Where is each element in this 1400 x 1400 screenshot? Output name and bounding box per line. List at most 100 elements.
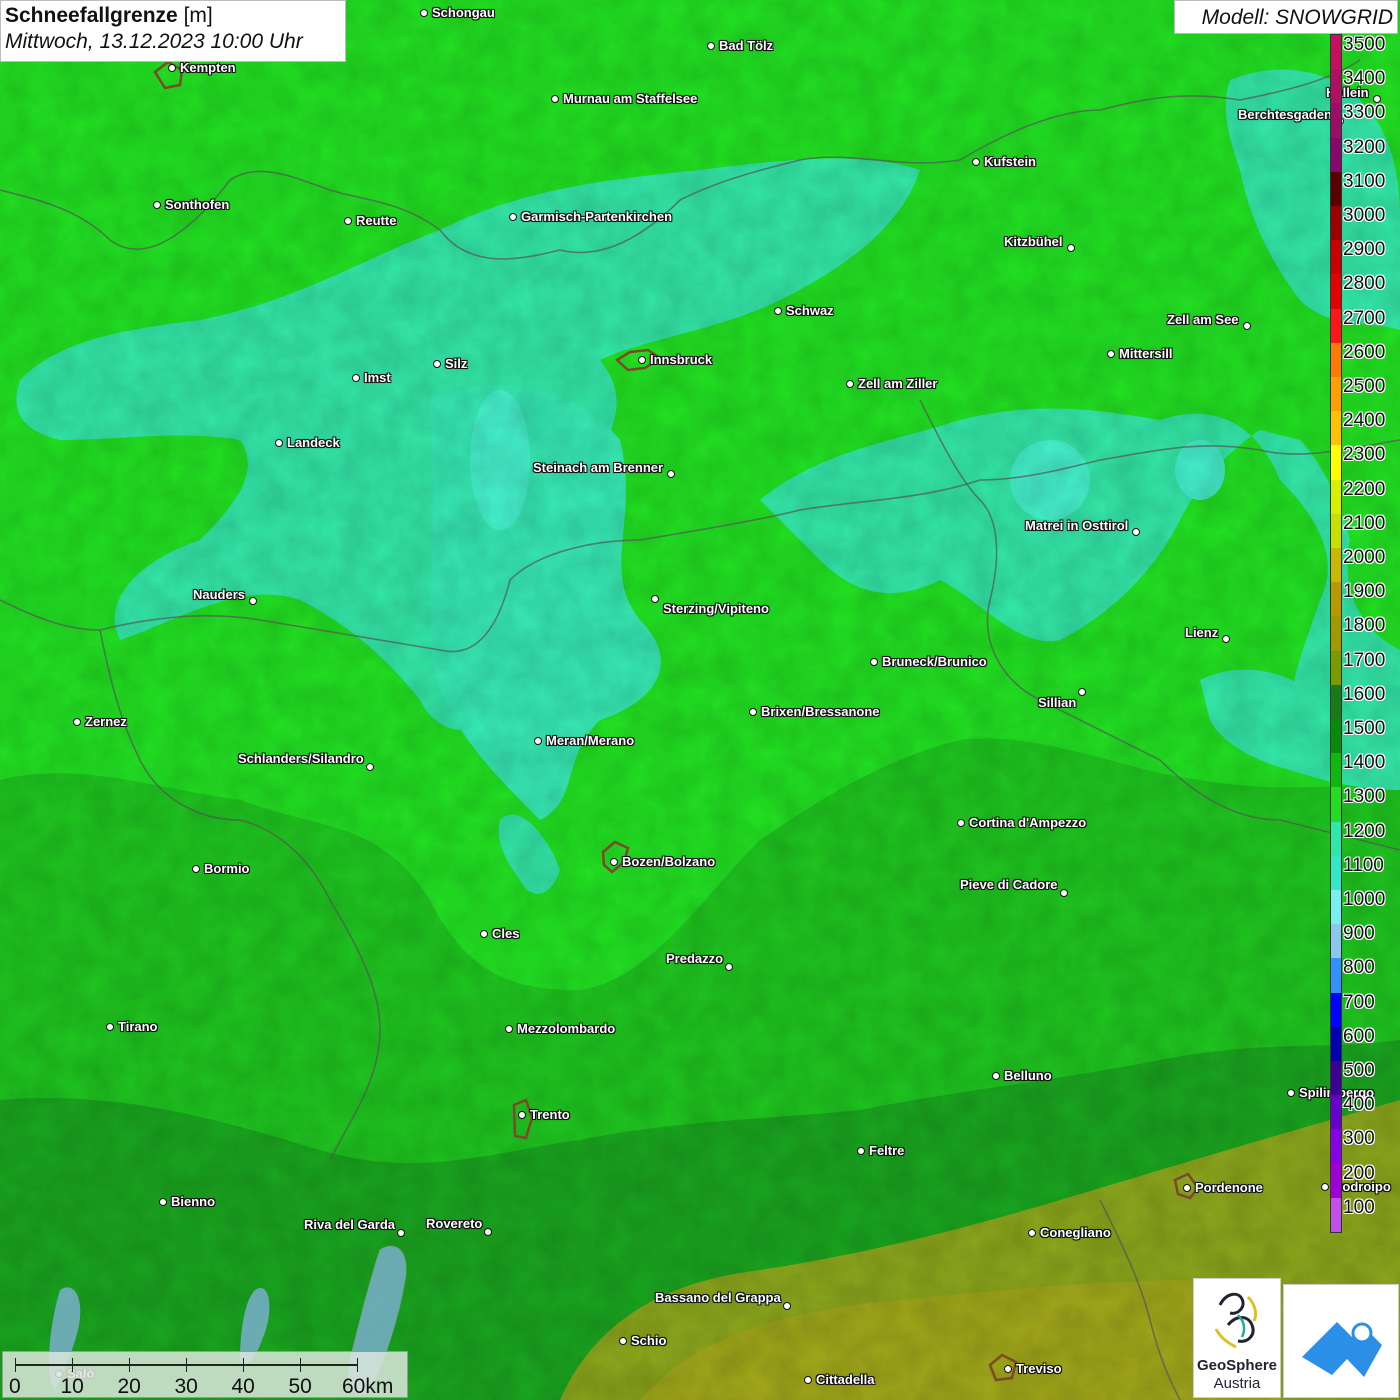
legend-swatch: [1331, 274, 1341, 310]
city-marker-spilimbergo: [1287, 1089, 1295, 1097]
city-marker-matrei: [1132, 528, 1140, 536]
geosphere-name: GeoSphere: [1196, 1357, 1278, 1374]
legend-label: 300: [1343, 1128, 1375, 1150]
city-marker-bad-toelz: [707, 42, 715, 50]
legend-label: 1200: [1343, 820, 1386, 842]
city-label-kempten: Kempten: [180, 60, 236, 75]
map-datetime: Mittwoch, 13.12.2023 10:00 Uhr: [5, 30, 303, 53]
city-label-bruneck: Bruneck/Brunico: [882, 654, 987, 669]
city-marker-bruneck: [870, 658, 878, 666]
city-label-reutte: Reutte: [356, 213, 397, 228]
legend-swatch: [1331, 1163, 1341, 1199]
scale-tick: [15, 1358, 16, 1372]
legend-label: 900: [1343, 923, 1375, 945]
legend-swatch: [1331, 650, 1341, 686]
legend-swatch: [1331, 103, 1341, 139]
legend-label: 1000: [1343, 889, 1386, 910]
city-label-feltre: Feltre: [869, 1143, 905, 1158]
legend-label: 3400: [1343, 68, 1386, 90]
scale-tick: [243, 1358, 244, 1372]
city-label-zernez: Zernez: [85, 714, 127, 729]
legend-swatch: [1331, 992, 1341, 1028]
city-label-riva: Riva del Garda: [304, 1217, 396, 1232]
city-label-kufstein: Kufstein: [984, 154, 1036, 169]
city-marker-sillian: [1078, 688, 1086, 696]
legend-swatch: [1331, 719, 1341, 754]
title-panel: Schneefallgrenze [m] Mittwoch, 13.12.202…: [0, 0, 346, 62]
city-marker-riva: [397, 1229, 405, 1237]
legend-swatch: [1331, 582, 1341, 617]
city-label-lienz: Lienz: [1185, 625, 1219, 640]
legend-label: 1700: [1343, 649, 1386, 671]
scale-label: 10: [60, 1375, 84, 1398]
snowfall-line-map: Schongau Bad Tölz Kempten Murnau am Staffel…: [0, 0, 1400, 1400]
legend-swatch: [1331, 171, 1341, 207]
city-label-cles: Cles: [492, 926, 520, 941]
legend-swatch: [1331, 342, 1341, 378]
legend-swatch: [1331, 684, 1341, 720]
city-marker-bassano: [783, 1302, 791, 1310]
city-label-tirano: Tirano: [118, 1019, 158, 1034]
legend-label: 2300: [1343, 444, 1386, 466]
mountain-app-icon: [1302, 1322, 1382, 1377]
legend-swatch: [1331, 1026, 1341, 1062]
legend-label: 2200: [1343, 478, 1386, 500]
legend-label: 800: [1343, 957, 1375, 979]
city-label-landeck: Landeck: [287, 435, 340, 450]
model-label: Modell: SNOWGRID: [1174, 0, 1398, 34]
legend-label: 1800: [1343, 615, 1386, 637]
city-label-berchtesgaden: Berchtesgaden: [1238, 107, 1332, 122]
city-marker-trento: [518, 1111, 526, 1119]
city-marker-murnau: [551, 95, 559, 103]
scale-tick: [357, 1358, 358, 1372]
legend-swatch: [1331, 890, 1341, 925]
city-marker-steinach: [667, 470, 675, 478]
legend-swatch: [1331, 1197, 1341, 1233]
city-label-schlanders: Schlanders/Silandro: [238, 751, 364, 766]
legend-label: 3000: [1343, 205, 1386, 226]
city-label-cittadella: Cittadella: [816, 1372, 875, 1387]
city-marker-schwaz: [774, 307, 782, 315]
legend-swatch: [1331, 787, 1341, 823]
city-marker-kitzbuehel: [1067, 244, 1075, 252]
legend-swatch: [1331, 206, 1341, 241]
legend-label: 1100: [1343, 854, 1384, 876]
city-label-mittersill: Mittersill: [1119, 346, 1173, 361]
city-marker-kempten: [168, 64, 176, 72]
city-marker-cittadella: [804, 1376, 812, 1384]
app-logo: [1283, 1284, 1399, 1398]
city-marker-innsbruck: [638, 356, 646, 364]
city-label-bassano: Bassano del Grappa: [655, 1290, 781, 1305]
city-marker-sonthofen: [153, 201, 161, 209]
geosphere-logo: GeoSphere Austria: [1193, 1278, 1281, 1398]
legend-label: 2500: [1343, 376, 1386, 397]
city-marker-bienno: [159, 1198, 167, 1206]
city-label-sonthofen: Sonthofen: [165, 197, 230, 212]
legend-label: 3500: [1343, 34, 1386, 55]
city-label-matrei: Matrei in Osttirol: [1025, 518, 1129, 533]
legend-label: 200: [1343, 1162, 1375, 1184]
legend-label: 2100: [1343, 512, 1386, 534]
city-label-murnau: Murnau am Staffelsee: [563, 91, 698, 106]
city-marker-lienz: [1222, 635, 1230, 643]
map-title-main: Schneefallgrenze: [5, 4, 178, 27]
scale-tick: [72, 1358, 73, 1372]
legend-label: 1400: [1343, 752, 1386, 774]
city-marker-sterzing: [651, 595, 659, 603]
legend-swatch: [1331, 616, 1341, 652]
city-marker-predazzo: [725, 963, 733, 971]
legend-swatch: [1331, 1129, 1341, 1165]
scale-label: 60km: [342, 1375, 394, 1398]
legend-swatch: [1331, 69, 1341, 104]
city-marker-zernez: [73, 718, 81, 726]
city-label-pordenone: Pordenone: [1195, 1180, 1263, 1195]
city-label-bozen: Bozen/Bolzano: [622, 854, 716, 869]
city-marker-cortina: [957, 819, 965, 827]
city-marker-reutte: [344, 217, 352, 225]
city-label-cortina: Cortina d'Ampezzo: [969, 815, 1087, 830]
legend-swatch: [1331, 445, 1341, 481]
legend-label: 500: [1343, 1060, 1375, 1081]
city-marker-codroipo: [1321, 1183, 1329, 1191]
city-marker-pieve: [1060, 889, 1068, 897]
city-marker-rovereto: [484, 1228, 492, 1236]
